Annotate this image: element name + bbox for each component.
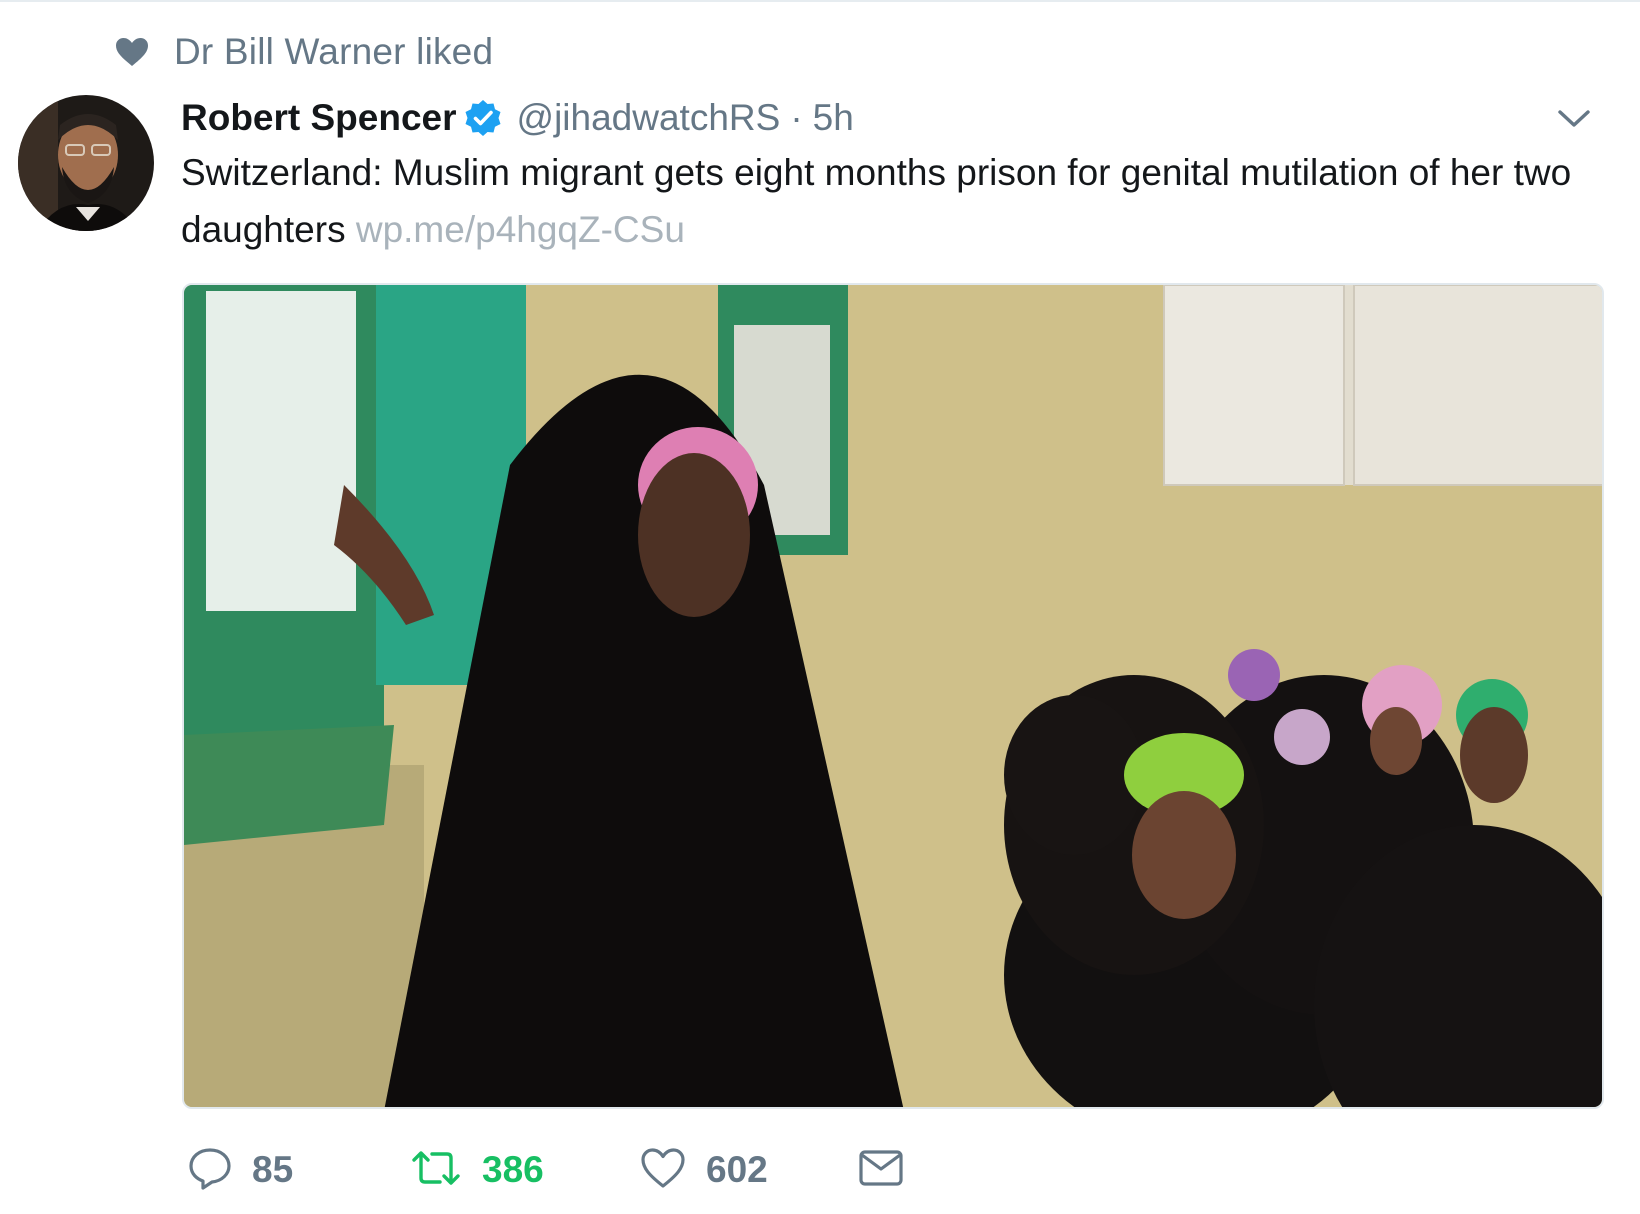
reply-count: 85	[252, 1149, 294, 1190]
tweet-link[interactable]: wp.me/p4hgqZ-CSu	[356, 209, 685, 250]
header-separator: ·	[790, 97, 803, 138]
heart-icon	[112, 32, 152, 72]
author-handle[interactable]: @jihadwatchRS	[517, 97, 781, 139]
social-context: Dr Bill Warner liked	[112, 24, 493, 80]
avatar[interactable]	[18, 95, 154, 231]
direct-message-button[interactable]	[858, 1142, 904, 1198]
chevron-down-icon[interactable]	[1552, 100, 1596, 136]
tweet-actions: 85 386 602	[188, 1142, 948, 1198]
tweet-timestamp[interactable]: 5h	[813, 97, 854, 139]
retweet-icon	[410, 1146, 462, 1195]
reply-button[interactable]: 85	[188, 1142, 293, 1198]
like-count: 602	[706, 1149, 768, 1190]
tweet-text: Switzerland: Muslim migrant gets eight m…	[181, 144, 1581, 258]
tweet-header: Robert Spencer @jihadwatchRS · 5h	[181, 90, 854, 146]
envelope-icon	[858, 1148, 904, 1193]
reply-icon	[188, 1146, 232, 1195]
heart-outline-icon	[640, 1147, 686, 1194]
retweet-count: 386	[482, 1149, 544, 1190]
liked-tweet[interactable]: Dr Bill Warner liked Robert Spencer @jih…	[0, 0, 1640, 1214]
social-context-text: Dr Bill Warner liked	[174, 31, 494, 72]
author-name[interactable]: Robert Spencer	[181, 97, 457, 139]
verified-badge-icon	[463, 98, 503, 138]
like-button[interactable]: 602	[640, 1142, 768, 1198]
retweet-button[interactable]: 386	[410, 1142, 544, 1198]
tweet-photo[interactable]	[182, 283, 1604, 1109]
